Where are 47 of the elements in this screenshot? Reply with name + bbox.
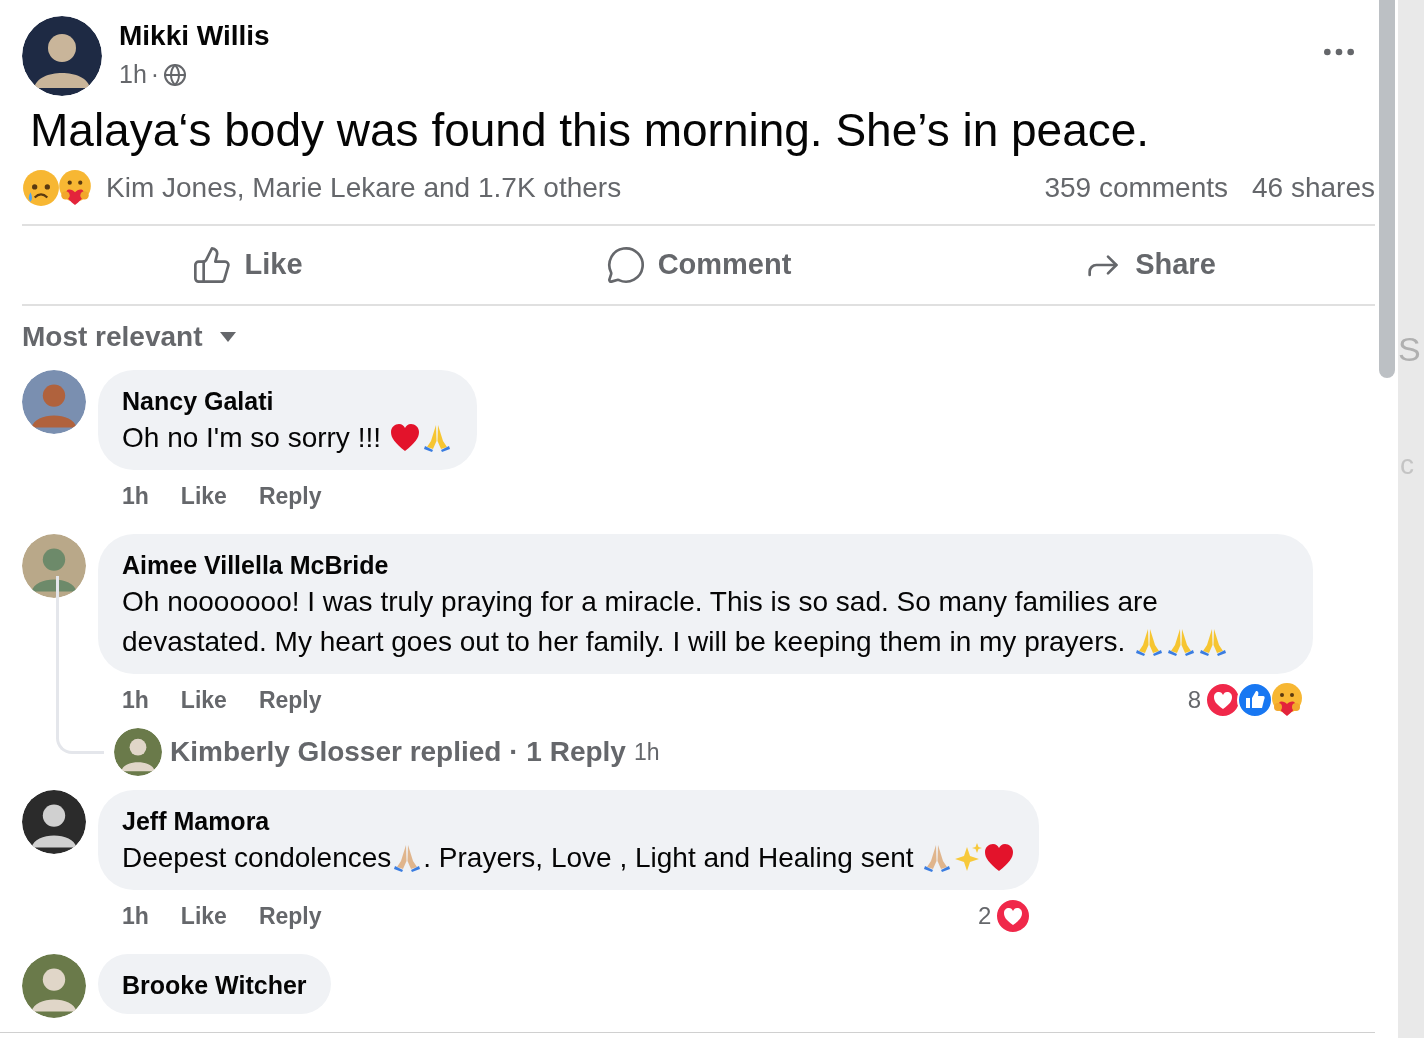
comment-author[interactable]: Brooke Witcher [122, 968, 307, 1002]
separator-dot: · [150, 59, 160, 90]
avatar[interactable] [22, 790, 86, 854]
comment-text: Oh nooooooo! I was truly praying for a miracle. This is so sad. So many families are devastated. My heart goes out to her family. I will be keeping them in my prayers. [122, 582, 1289, 662]
comment-text: Deepest condolences . Prayers, Love , Light and Healing sent [122, 838, 1016, 878]
avatar[interactable] [22, 16, 102, 96]
post-action-button[interactable]: Share [924, 226, 1375, 304]
post-action-button[interactable]: Like [22, 226, 473, 304]
heart-icon [388, 423, 421, 453]
heart-icon [983, 843, 1016, 873]
reaction-count[interactable]: 2 [978, 898, 992, 934]
post-action-button[interactable]: Comment [473, 226, 924, 304]
comment-text: Oh no I'm so sorry !!! [122, 418, 453, 458]
thumbs-up-reaction-icon [1237, 682, 1273, 718]
comment-time[interactable]: 1h [122, 898, 149, 934]
heart-reaction-icon [995, 898, 1032, 934]
comment-time[interactable]: 1h [122, 682, 149, 718]
hugging-face-icon [1269, 682, 1305, 718]
reaction-count[interactable]: 8 [1187, 682, 1201, 718]
globe-icon [163, 62, 188, 87]
like-link[interactable]: Like [180, 898, 227, 934]
like-link[interactable]: Like [180, 478, 227, 514]
reply-link[interactable]: Reply [258, 682, 322, 718]
heart-reaction-icon [1205, 682, 1241, 718]
scrollbar-thumb[interactable] [1378, 0, 1395, 378]
comment-author[interactable]: Aimee Villella McBride [122, 548, 1289, 582]
comments-count[interactable]: 359 comments [1044, 167, 1229, 209]
caret-down-icon [218, 331, 237, 343]
hugging-face-icon [56, 169, 94, 207]
sort-dropdown[interactable]: Most relevant [22, 316, 237, 358]
reply-link[interactable]: Reply [258, 478, 322, 514]
like-link[interactable]: Like [180, 682, 227, 718]
author-name[interactable]: Mikki Willis [119, 16, 270, 56]
comment-icon [605, 245, 646, 285]
comment-time[interactable]: 1h [122, 478, 149, 514]
replies-link[interactable]: Kimberly Glosser replied · 1 Reply [170, 731, 626, 773]
reply-time: 1h [633, 737, 660, 767]
shares-count[interactable]: 46 shares [1252, 167, 1375, 209]
post-text: Malaya‘s body was found this morning. She’s in peace. [30, 103, 1151, 158]
reply-link[interactable]: Reply [258, 898, 322, 934]
comment-author[interactable]: Nancy Galati [122, 384, 453, 418]
thumbs-up-icon [192, 245, 233, 285]
reactions-summary[interactable]: Kim Jones, Marie Lekare and 1.7K others [106, 167, 622, 209]
sad-face-icon [22, 169, 60, 207]
panel-text: S [1398, 329, 1421, 370]
post-time[interactable]: 1h [119, 56, 147, 94]
comment-author[interactable]: Jeff Mamora [122, 804, 1016, 838]
